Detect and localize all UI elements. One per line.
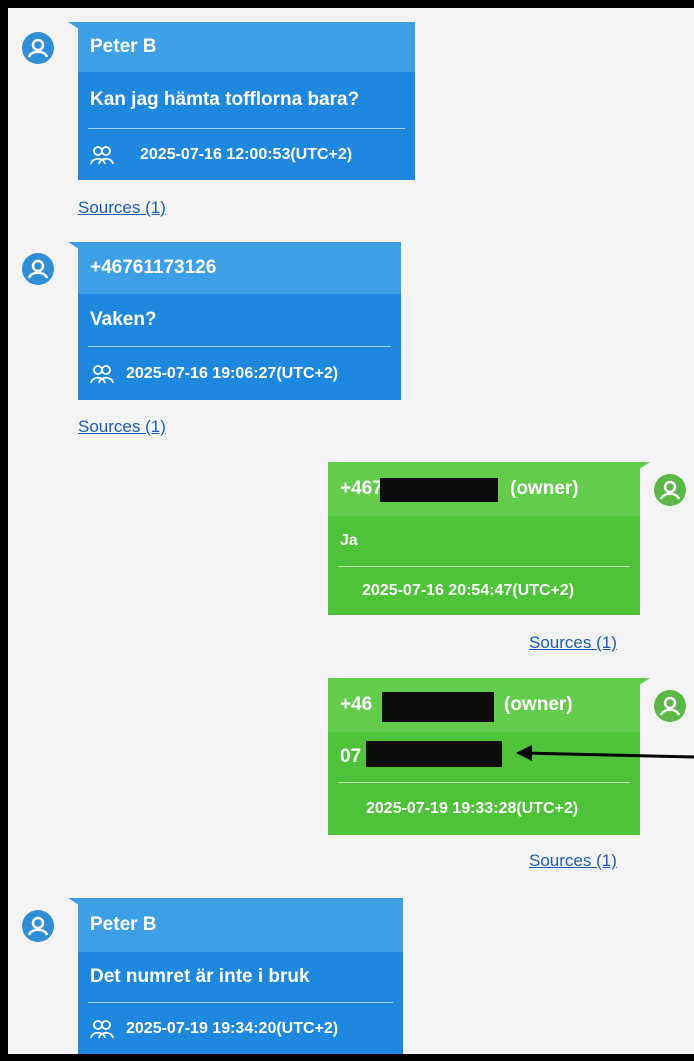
sources-link[interactable]: Sources (1) [529,851,617,871]
user-avatar-icon [22,32,54,64]
user-avatar-icon [22,910,54,942]
message-timestamp: 2025-07-16 19:06:27(UTC+2) [126,364,339,382]
group-icon [90,1019,114,1038]
sources-link[interactable]: Sources (1) [78,417,166,437]
message-bubble-incoming: +46761173126 Vaken? 2025-07-16 19:06:27(… [68,242,401,400]
message-text: Kan jag hämta tofflorna bara? [90,89,360,110]
message-bubble-incoming: Peter B Det numret är inte i bruk 2025-0… [68,898,403,1054]
message-text: Det numret är inte i bruk [90,966,310,987]
message-bubble-incoming: Peter B Kan jag hämta tofflorna bara? 20… [68,22,415,180]
sender-phone: +467 [340,478,383,499]
sources-link[interactable]: Sources (1) [78,198,166,218]
owner-tag: (owner) [504,694,573,715]
redaction-block [380,478,498,502]
message-timestamp: 2025-07-16 20:54:47(UTC+2) [362,582,575,599]
message-timestamp: 2025-07-19 19:34:20(UTC+2) [126,1019,339,1037]
user-avatar-icon [654,474,686,506]
message-thread: Peter B Kan jag hämta tofflorna bara? 20… [8,8,694,1054]
sender-name: Peter B [78,22,415,72]
user-avatar-icon [654,690,686,722]
arrow-left-icon [516,745,694,761]
message-text: Ja [340,532,358,549]
redaction-block [366,741,502,767]
sender-name: Peter B [78,898,403,952]
sender-name: +46761173126 [78,242,401,294]
message-timestamp: 2025-07-16 12:00:53(UTC+2) [140,145,353,163]
message-text: Vaken? [90,309,157,330]
group-icon [90,145,114,164]
sender-phone: +46 [340,694,373,715]
redaction-block [382,692,494,722]
group-icon [90,364,114,383]
sources-link[interactable]: Sources (1) [529,633,617,653]
user-avatar-icon [22,253,54,285]
owner-tag: (owner) [510,478,579,499]
message-timestamp: 2025-07-19 19:33:28(UTC+2) [366,800,579,817]
